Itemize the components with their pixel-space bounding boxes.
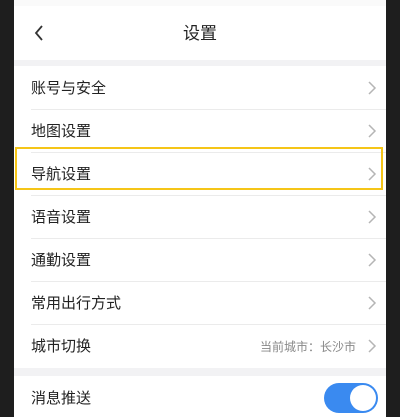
settings-item-label: 通勤设置: [31, 251, 92, 269]
chevron-right-icon: [368, 253, 377, 267]
settings-item-navigation[interactable]: 导航设置: [14, 152, 386, 195]
settings-screen: 设置 账号与安全 地图设置 导航设置 语音设置 通勤设置 常用出行方式 城市切换…: [14, 0, 386, 417]
notifications-toggle[interactable]: [324, 383, 378, 413]
chevron-right-icon: [368, 210, 377, 224]
settings-item-label: 城市切换: [31, 337, 92, 355]
page-title: 设置: [183, 24, 217, 44]
settings-item-label: 地图设置: [31, 122, 92, 140]
settings-item-commute[interactable]: 通勤设置: [14, 238, 386, 281]
settings-list: 账号与安全 地图设置 导航设置 语音设置 通勤设置 常用出行方式 城市切换 当前…: [14, 66, 386, 368]
settings-item-city-switch[interactable]: 城市切换 当前城市：长沙市: [14, 324, 386, 367]
settings-item-account-security[interactable]: 账号与安全: [14, 66, 386, 109]
device-bezel-left: [0, 0, 14, 417]
chevron-right-icon: [368, 167, 377, 181]
settings-item-label: 导航设置: [31, 165, 92, 183]
settings-item-label: 常用出行方式: [31, 294, 122, 312]
chevron-right-icon: [368, 81, 377, 95]
header-bar: 设置: [14, 6, 386, 60]
settings-item-label: 账号与安全: [31, 79, 107, 97]
toggle-knob: [350, 385, 376, 411]
chevron-right-icon: [368, 339, 377, 353]
settings-item-label: 消息推送: [31, 389, 92, 407]
current-city-value: 当前城市：长沙市: [259, 340, 356, 354]
chevron-right-icon: [368, 124, 377, 138]
settings-item-label: 语音设置: [31, 208, 92, 226]
settings-item-voice[interactable]: 语音设置: [14, 195, 386, 238]
settings-item-notifications: 消息推送: [14, 376, 386, 417]
notification-group: 消息推送: [14, 376, 386, 417]
chevron-right-icon: [368, 296, 377, 310]
device-bezel-right: [386, 0, 400, 417]
settings-item-map[interactable]: 地图设置: [14, 109, 386, 152]
settings-item-travel-mode[interactable]: 常用出行方式: [14, 281, 386, 324]
